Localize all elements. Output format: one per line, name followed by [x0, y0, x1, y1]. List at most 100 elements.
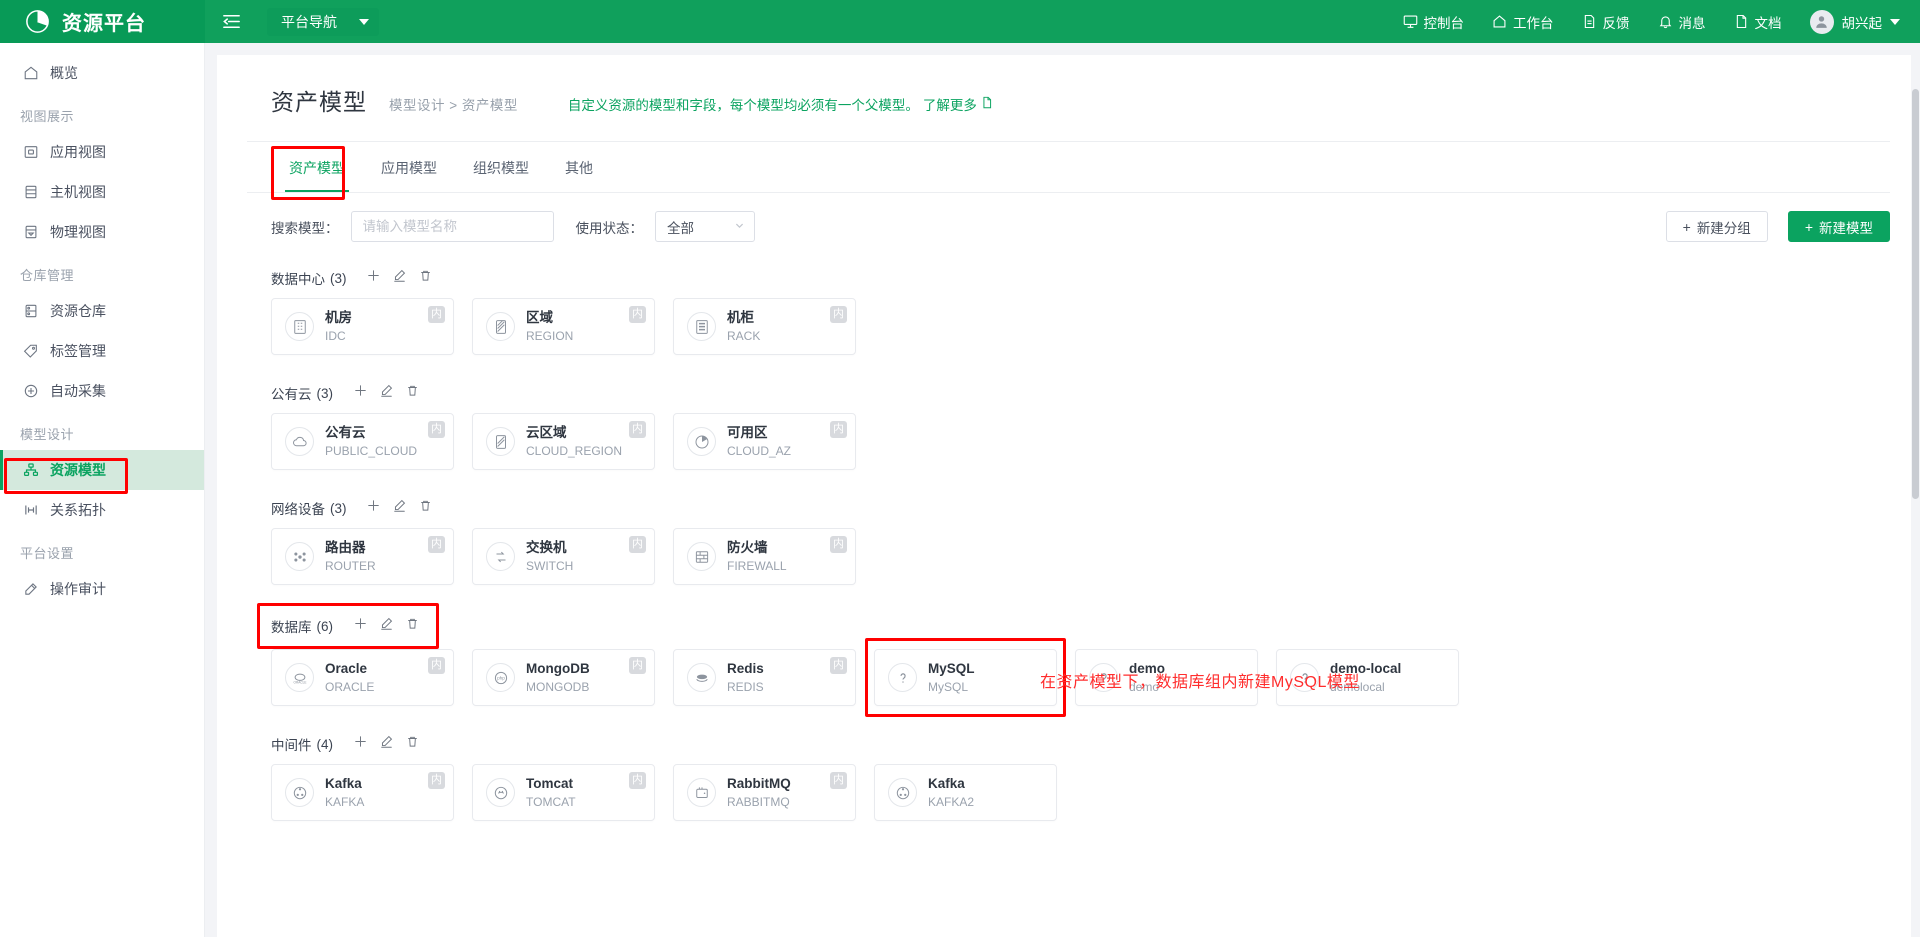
brand-title: 资源平台 [62, 13, 146, 35]
search-input[interactable] [350, 211, 554, 242]
menu-collapse-icon[interactable] [205, 0, 257, 43]
add-group-model-button[interactable] [361, 495, 387, 521]
sidebar-item-tag-management[interactable]: 标签管理 [0, 331, 204, 371]
sidebar-item-label: 概览 [50, 65, 78, 81]
add-group-model-button[interactable] [347, 613, 373, 639]
internal-badge: 内 [830, 772, 847, 789]
delete-group-button[interactable] [399, 613, 425, 639]
model-card-name: 机房 [325, 310, 352, 326]
topbar-item-workbench[interactable]: 工作台 [1478, 0, 1568, 43]
delete-group-button[interactable] [413, 265, 439, 291]
topbar-item-console[interactable]: 控制台 [1389, 0, 1479, 43]
model-card-text: RabbitMQ RABBITMQ [727, 775, 791, 809]
new-model-button[interactable]: + 新建模型 [1787, 211, 1890, 242]
sidebar-item-resource-model[interactable]: 资源模型 [0, 450, 204, 490]
internal-badge: 内 [428, 306, 445, 323]
model-card[interactable]: 防火墙 FIREWALL 内 [673, 528, 856, 585]
topbar-item-messages[interactable]: 消息 [1644, 0, 1720, 43]
model-card[interactable]: RabbitMQ RABBITMQ 内 [673, 764, 856, 821]
delete-group-button[interactable] [413, 495, 439, 521]
topbar-item-label: 控制台 [1423, 15, 1465, 31]
annotation-text: 在资产模型下，数据库组内新建MySQL模型 [1040, 674, 1360, 691]
model-card[interactable]: php MongoDB MONGODB 内 [472, 649, 655, 706]
add-group-model-button[interactable] [347, 731, 373, 757]
tab-organization-model[interactable]: 组织模型 [455, 142, 547, 192]
model-group: 公有云 (3) 公有云 PUBLIC_CLOUD 内云区域 CLOUD_REGION 内可用… [271, 373, 1890, 484]
model-card-code: MySQL [928, 679, 969, 694]
document-icon [1734, 14, 1749, 29]
tab-other[interactable]: 其他 [547, 142, 611, 192]
pencil-icon [379, 383, 394, 403]
delete-group-button[interactable] [399, 380, 425, 406]
internal-badge: 内 [629, 657, 646, 674]
usage-status-select[interactable]: 全部 [655, 211, 755, 242]
sidebar-item-auto-collect[interactable]: 自动采集 [0, 371, 204, 411]
svg-text:php: php [497, 675, 505, 680]
learn-more-label[interactable]: 了解更多 [923, 94, 977, 114]
model-card-name: Redis [727, 661, 764, 677]
tab-application-model[interactable]: 应用模型 [363, 142, 455, 192]
model-card[interactable]: Kafka KAFKA 内 [271, 764, 454, 821]
model-card[interactable]: 机柜 RACK 内 [673, 298, 856, 355]
switch-icon [486, 542, 515, 571]
model-card[interactable]: Tomcat TOMCAT 内 [472, 764, 655, 821]
app-view-icon [22, 144, 39, 161]
kafka-icon [888, 778, 917, 807]
filter-row: 搜索模型： 使用状态： 全部 + 新建分组 [247, 193, 1890, 252]
redis-icon [687, 663, 716, 692]
model-group-actions [347, 613, 425, 639]
model-card[interactable]: ORACLE Oracle ORACLE 内 [271, 649, 454, 706]
edit-group-button[interactable] [387, 495, 413, 521]
edit-group-button[interactable] [373, 380, 399, 406]
main-scrollbar[interactable] [1911, 43, 1920, 937]
topbar-item-docs[interactable]: 文档 [1720, 0, 1796, 43]
model-group-header: 网络设备 (3) [271, 488, 439, 528]
model-group-list: 数据中心 (3) 机房 IDC 内区域 REGION 内机柜 RACK 内公有云 (3) 公有云 PU… [247, 252, 1890, 879]
model-card[interactable]: 云区域 CLOUD_REGION 内 [472, 413, 655, 470]
sidebar-item-overview[interactable]: 概览 [0, 53, 204, 93]
new-group-button[interactable]: + 新建分组 [1665, 211, 1768, 242]
rack-room-icon [285, 312, 314, 341]
trash-icon [405, 383, 420, 403]
topbar-item-label: 反馈 [1602, 15, 1630, 31]
model-card[interactable]: Redis REDIS 内 [673, 649, 856, 706]
sidebar-item-operation-audit[interactable]: 操作审计 [0, 569, 204, 609]
model-group: 网络设备 (3) 路由器 ROUTER 内 交换机 SWITCH 内 防火墙 FIREWALL 内 [271, 488, 1890, 599]
add-group-model-button[interactable] [347, 380, 373, 406]
platform-nav-select[interactable]: 平台导航 [267, 7, 379, 36]
model-card[interactable]: 机房 IDC 内 [271, 298, 454, 355]
add-group-model-button[interactable] [361, 265, 387, 291]
sidebar-item-resource-repository[interactable]: 资源仓库 [0, 291, 204, 331]
user-menu[interactable]: 胡兴起 [1796, 9, 1900, 34]
page-description[interactable]: 自定义资源的模型和字段，每个模型均必须有一个父模型。 了解更多 [568, 94, 994, 114]
model-card[interactable]: 路由器 ROUTER 内 [271, 528, 454, 585]
model-card[interactable]: 可用区 CLOUD_AZ 内 [673, 413, 856, 470]
sidebar-item-physical-view[interactable]: 物理视图 [0, 212, 204, 252]
model-card[interactable]: Kafka KAFKA2 [874, 764, 1057, 821]
tab-asset-model[interactable]: 资产模型 [271, 142, 363, 192]
internal-badge: 内 [428, 421, 445, 438]
sidebar-item-relation-topology[interactable]: 关系拓扑 [0, 490, 204, 530]
model-card-text: MongoDB MONGODB [526, 660, 590, 694]
topbar-item-feedback[interactable]: 反馈 [1568, 0, 1644, 43]
sidebar-item-host-view[interactable]: 主机视图 [0, 172, 204, 212]
delete-group-button[interactable] [399, 731, 425, 757]
sidebar-item-label: 标签管理 [50, 343, 106, 359]
topbar-item-label: 工作台 [1513, 15, 1554, 31]
sidebar-item-app-view[interactable]: 应用视图 [0, 132, 204, 172]
cloud-icon [285, 427, 314, 456]
edit-group-button[interactable] [373, 613, 399, 639]
brand-area[interactable]: 资源平台 [0, 0, 205, 43]
scrollbar-thumb[interactable] [1912, 89, 1919, 499]
model-group-count: (4) [316, 736, 334, 752]
sidebar-item-label: 关系拓扑 [50, 502, 106, 518]
edit-group-button[interactable] [373, 731, 399, 757]
user-name: 胡兴起 [1841, 15, 1883, 31]
model-card[interactable]: MySQL MySQL [874, 649, 1057, 706]
model-card[interactable]: 区域 REGION 内 [472, 298, 655, 355]
model-card[interactable]: 公有云 PUBLIC_CLOUD 内 [271, 413, 454, 470]
edit-group-button[interactable] [387, 265, 413, 291]
sidebar-group-warehouse: 仓库管理 [20, 268, 75, 283]
model-card[interactable]: 交换机 SWITCH 内 [472, 528, 655, 585]
model-card-name: 机柜 [727, 310, 754, 326]
